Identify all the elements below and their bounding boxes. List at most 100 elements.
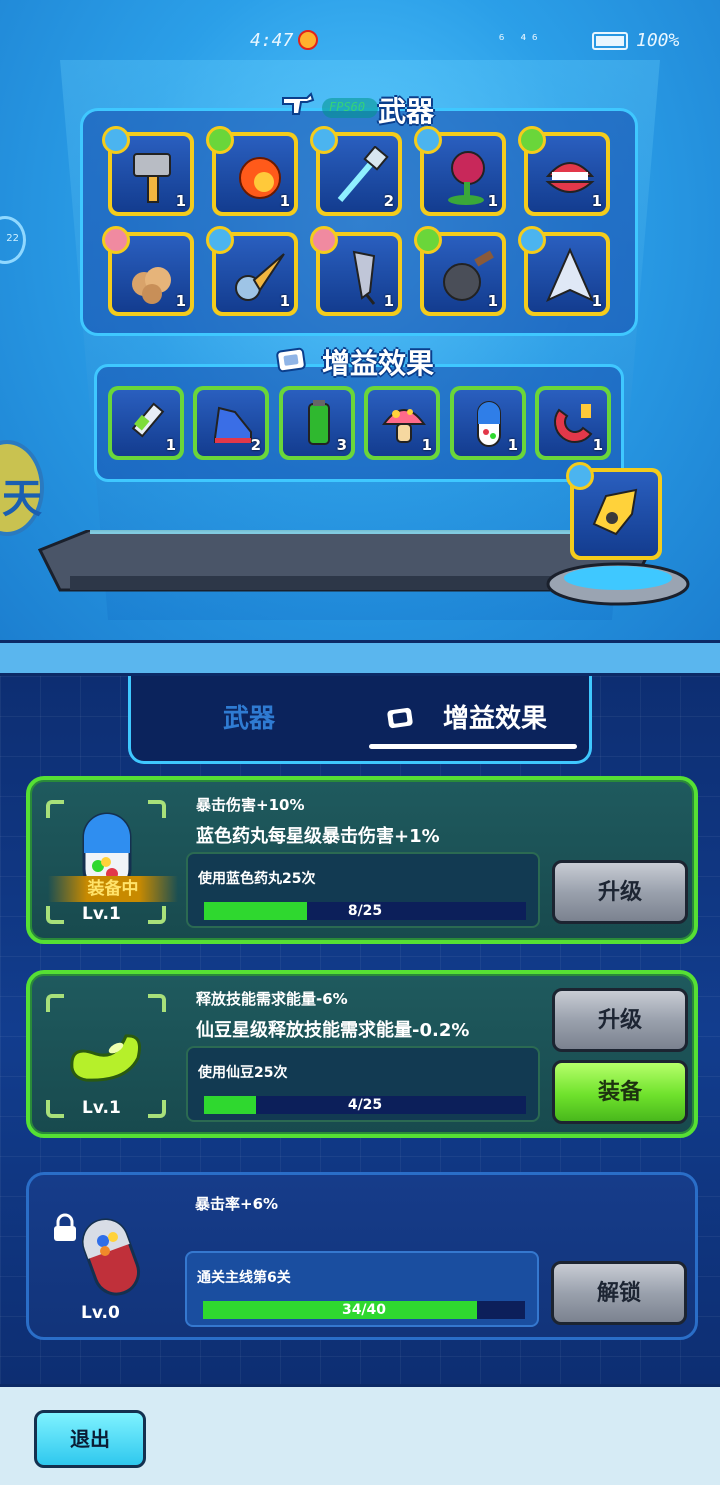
side-badge-label: 天	[2, 476, 42, 522]
buff-star-effect: 蓝色药丸每星级暴击伤害+1%	[196, 826, 440, 847]
weapon-slot-chattering-teeth[interactable]: 1	[518, 126, 610, 216]
pedestal	[546, 562, 690, 606]
task-description: 使用蓝色药丸25次	[198, 871, 316, 887]
buff-effect: 暴击伤害+10%	[196, 796, 305, 814]
buff-slot-mushroom[interactable]: 1	[364, 386, 440, 460]
buff-card-senzu-bean: Lv.1 释放技能需求能量-6% 仙豆星级释放技能需求能量-0.2% 使用仙豆2…	[26, 970, 698, 1138]
tab-buffs[interactable]: 增益效果	[443, 698, 547, 735]
side-badge[interactable]: 天	[0, 440, 44, 536]
category-tabs: 武器 增益效果	[128, 676, 592, 764]
element-badge-icon	[206, 226, 234, 254]
frying-pan-icon	[443, 250, 494, 301]
buff-star-effect: 仙豆星级释放技能需求能量-0.2%	[196, 1020, 470, 1041]
umbrella-icon	[352, 250, 376, 305]
buff-slot-syringe[interactable]: 1	[108, 386, 184, 460]
section-divider	[0, 640, 720, 676]
weapon-slot-laser-wand[interactable]: 2	[310, 126, 402, 216]
element-badge-icon	[206, 126, 234, 154]
hammer-icon	[133, 153, 171, 203]
game-scene: 4:47 ⁶ ⁴⁶ 100% 22 天 FPS60 武器 增益效果 1 1 2 …	[0, 0, 720, 640]
buff-card-blue-pill: 装备中 Lv.1 暴击伤害+10% 蓝色药丸每星级暴击伤害+1% 使用蓝色药丸2…	[26, 776, 698, 944]
weapon-slot-hammer[interactable]: 1	[102, 126, 194, 216]
progress-text: 4/25	[347, 1097, 383, 1113]
buff-level: 2	[250, 436, 261, 454]
buff-chip-icon	[276, 347, 306, 373]
featured-item-slot[interactable]	[566, 462, 662, 560]
weapon-slot-dust-cloud[interactable]: 1	[102, 226, 194, 316]
drill-icon	[235, 253, 285, 301]
upgrade-button[interactable]: 升级	[552, 988, 688, 1052]
task-progress-bar: 8/25	[204, 902, 526, 920]
element-badge-icon	[518, 126, 546, 154]
element-badge-icon	[414, 126, 442, 154]
upgrade-button[interactable]: 升级	[552, 860, 688, 924]
buffs-section-title: 增益效果	[322, 347, 435, 380]
weapon-slot-frying-pan[interactable]: 1	[414, 226, 506, 316]
weapon-level: 1	[591, 292, 602, 310]
buff-level: 1	[592, 436, 603, 454]
element-badge-icon	[102, 226, 130, 254]
weapon-slot-drill[interactable]: 1	[206, 226, 298, 316]
buff-slot-sneaker[interactable]: 2	[193, 386, 269, 460]
buff-slot-blue-pill[interactable]: 1	[450, 386, 526, 460]
laser-wand-icon	[337, 146, 389, 202]
weapon-slot-umbrella[interactable]: 1	[310, 226, 402, 316]
network-indicators: ⁶ ⁴⁶	[497, 31, 542, 49]
progress-text: 8/25	[347, 903, 383, 919]
unlock-button[interactable]: 解锁	[551, 1261, 687, 1325]
element-badge-icon	[310, 226, 338, 254]
task-box: 通关主线第6关 34/40	[185, 1251, 539, 1327]
tab-weapons[interactable]: 武器	[223, 698, 275, 735]
weapon-level: 1	[487, 192, 498, 210]
weapon-slot-piranha-plant[interactable]: 1	[414, 126, 506, 216]
side-widget[interactable]: 22	[0, 216, 26, 264]
item-level: Lv.1	[82, 1098, 121, 1118]
chattering-teeth-icon	[545, 162, 595, 193]
task-description: 使用仙豆25次	[198, 1065, 288, 1081]
task-box: 使用蓝色药丸25次 8/25	[186, 852, 540, 928]
buff-level: 3	[336, 436, 347, 454]
weapon-level: 1	[175, 192, 186, 210]
fps-counter: FPS60	[322, 98, 378, 118]
weapon-level: 1	[279, 192, 290, 210]
item-level: Lv.1	[82, 904, 121, 924]
element-badge-icon	[566, 462, 594, 490]
element-badge-icon	[518, 226, 546, 254]
battery-icon	[592, 32, 628, 50]
item-frame	[45, 1195, 165, 1319]
buff-effect: 暴击率+6%	[195, 1195, 279, 1213]
weapon-slot-fireball[interactable]: 1	[206, 126, 298, 216]
weapon-level: 2	[383, 192, 394, 210]
element-badge-icon	[310, 126, 338, 154]
exit-button[interactable]: 退出	[34, 1410, 146, 1468]
weibo-icon	[298, 30, 318, 50]
task-description: 通关主线第6关	[197, 1270, 291, 1286]
battery-percent: 100%	[636, 30, 680, 51]
senzu-bean-icon	[70, 1034, 141, 1082]
clock: 4:47	[250, 30, 294, 51]
equip-button[interactable]: 装备	[552, 1060, 688, 1124]
piranha-plant-icon	[448, 151, 485, 205]
buff-slot-magnet[interactable]: 1	[535, 386, 611, 460]
dust-cloud-icon	[132, 267, 171, 304]
element-badge-icon	[414, 226, 442, 254]
status-bar: 4:47 ⁶ ⁴⁶ 100%	[0, 28, 720, 58]
weapon-level: 1	[383, 292, 394, 310]
task-progress-bar: 4/25	[204, 1096, 526, 1114]
weapon-slot-paper-plane[interactable]: 1	[518, 226, 610, 316]
progress-text: 34/40	[341, 1302, 387, 1318]
item-level: Lv.0	[81, 1303, 120, 1323]
equipped-badge: 装备中	[48, 876, 178, 902]
buff-slot-battery[interactable]: 3	[279, 386, 355, 460]
gun-icon	[282, 92, 315, 115]
weapons-section-title: 武器	[378, 95, 435, 128]
buff-effect: 释放技能需求能量-6%	[196, 990, 348, 1008]
buff-level: 1	[507, 436, 518, 454]
element-badge-icon	[102, 126, 130, 154]
task-progress-bar: 34/40	[203, 1301, 525, 1319]
weapon-level: 1	[279, 292, 290, 310]
gauntlet-icon	[592, 488, 638, 536]
fireball-icon	[239, 157, 281, 199]
red-pill-icon	[82, 1218, 140, 1296]
buff-chip-icon	[387, 707, 413, 729]
